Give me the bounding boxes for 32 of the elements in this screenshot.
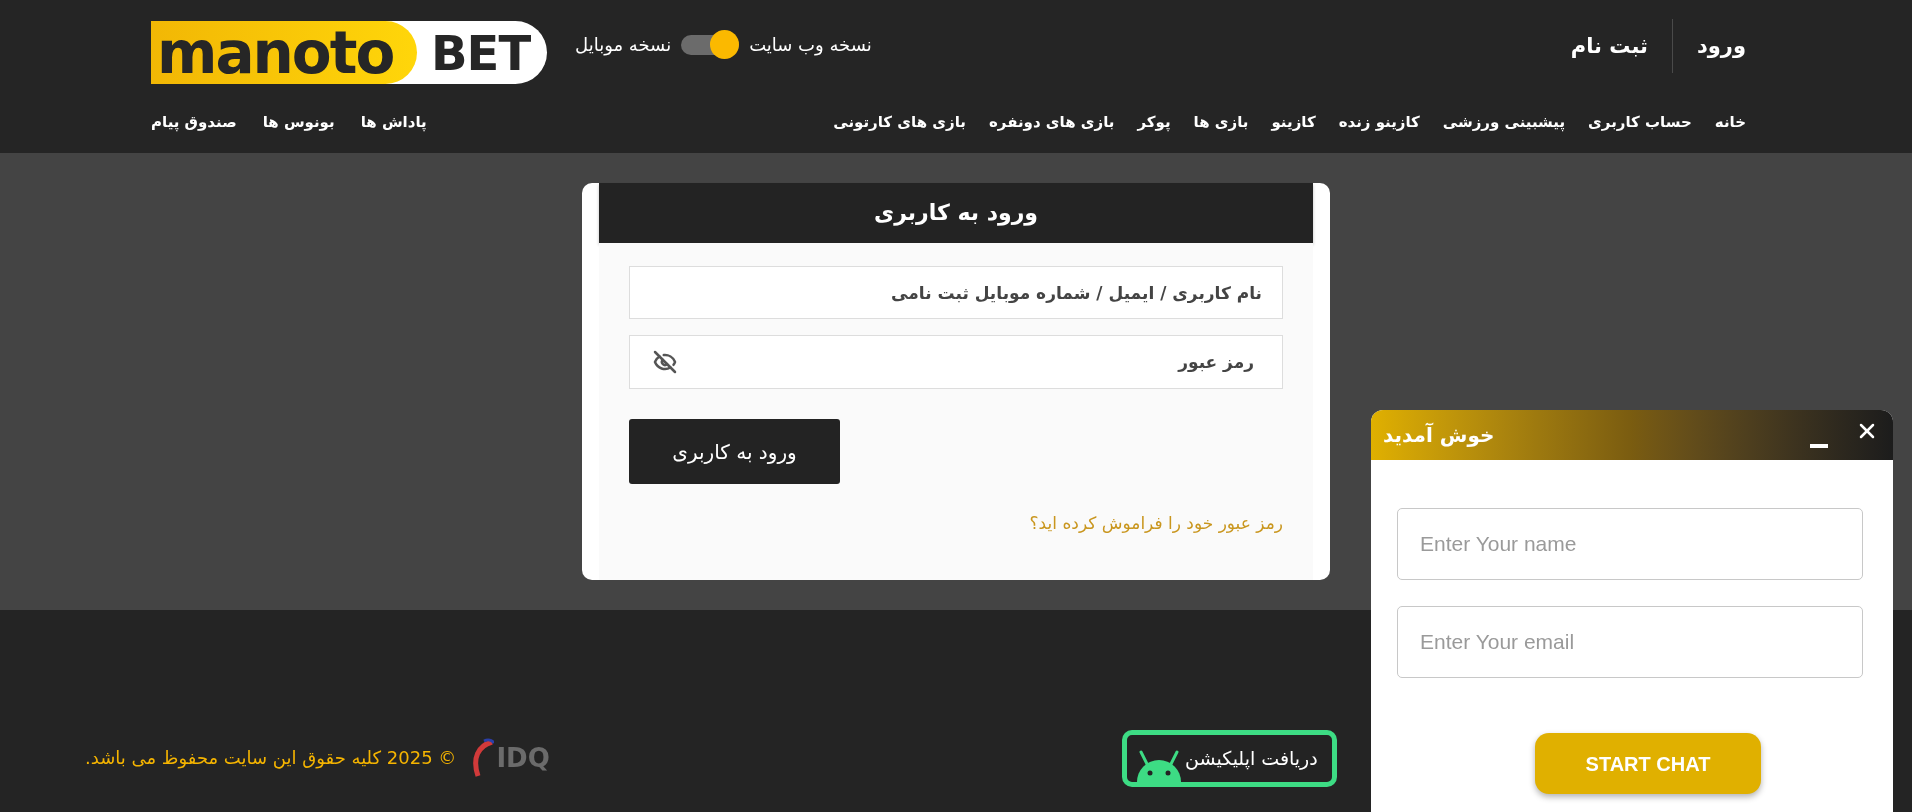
nav-link[interactable]: بازی های دونفره [988,111,1115,133]
eye-off-icon[interactable] [653,350,677,374]
nav-link[interactable]: کازینو [1271,111,1316,133]
nav-link[interactable]: خانه [1714,111,1746,133]
copyright-text: © 2025 کلیه حقوق این سایت محفوظ می باشد. [85,749,457,767]
version-option-label[interactable]: نسخه وب سایت [749,35,872,54]
login-title: ورود به کاربری [873,202,1039,224]
name-field[interactable]: Enter Your name [1397,508,1863,580]
nav-link[interactable]: بازی های کارتونی [833,111,966,133]
nav-link[interactable]: بونوس ها [262,111,335,133]
login-button[interactable]: ورود به کاربری [629,419,840,484]
password-field[interactable]: رمز عبور [629,335,1283,389]
nav-link[interactable]: بازی ها [1193,111,1249,133]
logo-wordmark: manoto [151,21,417,84]
email-field[interactable]: Enter Your email [1397,606,1863,678]
register-link[interactable]: ثبت نام [1570,35,1648,57]
toggle-switch[interactable] [681,30,740,59]
nav-link[interactable]: پاداش ها [360,111,427,133]
nav-link[interactable]: پوکر [1137,111,1171,133]
logo-suffix: BET [431,28,531,77]
logo[interactable]: manoto BET [151,21,547,84]
nav-link[interactable]: حساب کاربری [1588,111,1692,133]
nav-link[interactable]: صندوق پیام [151,111,237,133]
username-field[interactable]: نام کاربری / ایمیل / شماره موبایل ثبت نامی [629,266,1283,319]
download-app-button[interactable]: دریافت اپلیکیشن [1121,729,1337,787]
swoosh-icon [470,738,495,778]
login-link[interactable]: ورود [1697,35,1746,57]
nav-link[interactable]: کازینو زنده [1338,111,1420,133]
chat-title: خوش آمدید [1383,425,1495,445]
nav-link[interactable]: پیشبینی ورزشی [1442,111,1566,133]
partner-logo-text: IDQ [496,745,550,771]
version-option-label[interactable]: نسخه موبایل [575,35,672,54]
